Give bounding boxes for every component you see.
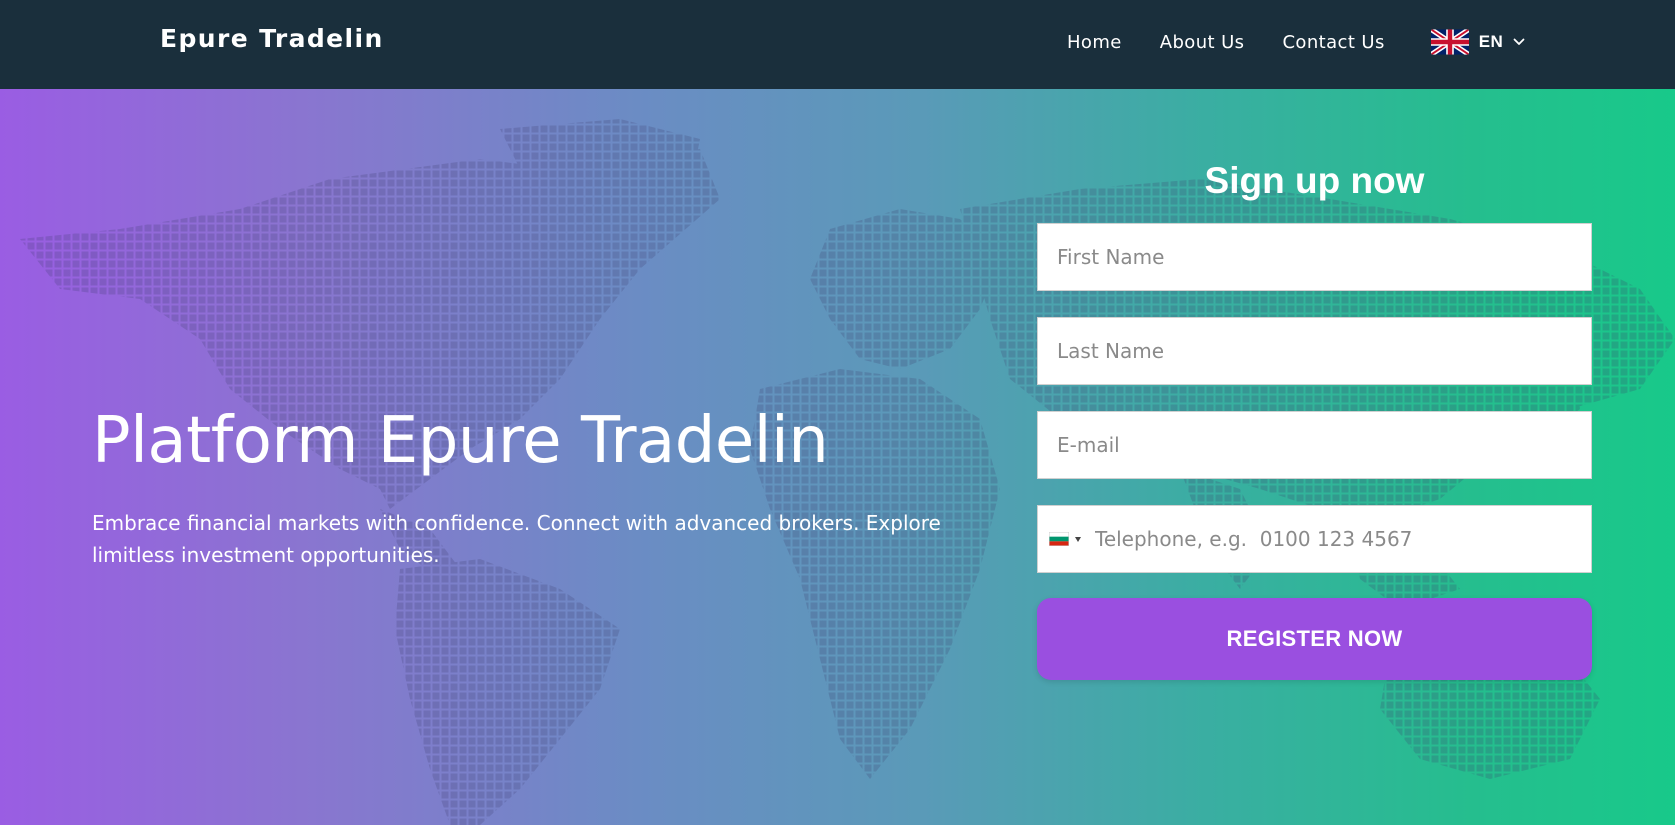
last-name-field-wrapper [1037, 317, 1592, 385]
telephone-field-wrapper [1037, 505, 1592, 573]
brand-logo-text[interactable]: Epure Tradelin [160, 24, 384, 53]
site-header: Epure Tradelin Home About Us Contact Us … [0, 0, 1675, 89]
telephone-input[interactable] [1087, 506, 1591, 572]
first-name-field-wrapper [1037, 223, 1592, 291]
hero-subtitle: Embrace financial markets with confidenc… [92, 511, 941, 567]
language-code: EN [1478, 32, 1504, 51]
nav-link-home[interactable]: Home [1067, 32, 1122, 53]
signup-form: Sign up now REGISTER NOW [1037, 150, 1592, 680]
nav-link-about-us[interactable]: About Us [1160, 32, 1245, 53]
chevron-down-icon [1513, 38, 1525, 45]
hero-title: Platform Epure Tradelin [92, 404, 829, 478]
language-selector[interactable]: EN [1430, 28, 1525, 56]
register-now-button[interactable]: REGISTER NOW [1037, 598, 1592, 680]
email-input[interactable] [1038, 412, 1591, 478]
bulgaria-flag-icon [1049, 532, 1069, 546]
uk-flag-icon [1430, 29, 1469, 55]
last-name-input[interactable] [1038, 318, 1591, 384]
nav-link-contact-us[interactable]: Contact Us [1282, 32, 1384, 53]
caret-down-icon [1075, 536, 1081, 542]
first-name-input[interactable] [1038, 224, 1591, 290]
signup-title: Sign up now [1204, 160, 1425, 201]
email-field-wrapper [1037, 411, 1592, 479]
country-code-selector[interactable] [1038, 506, 1087, 572]
main-nav: Home About Us Contact Us EN [1067, 28, 1525, 56]
